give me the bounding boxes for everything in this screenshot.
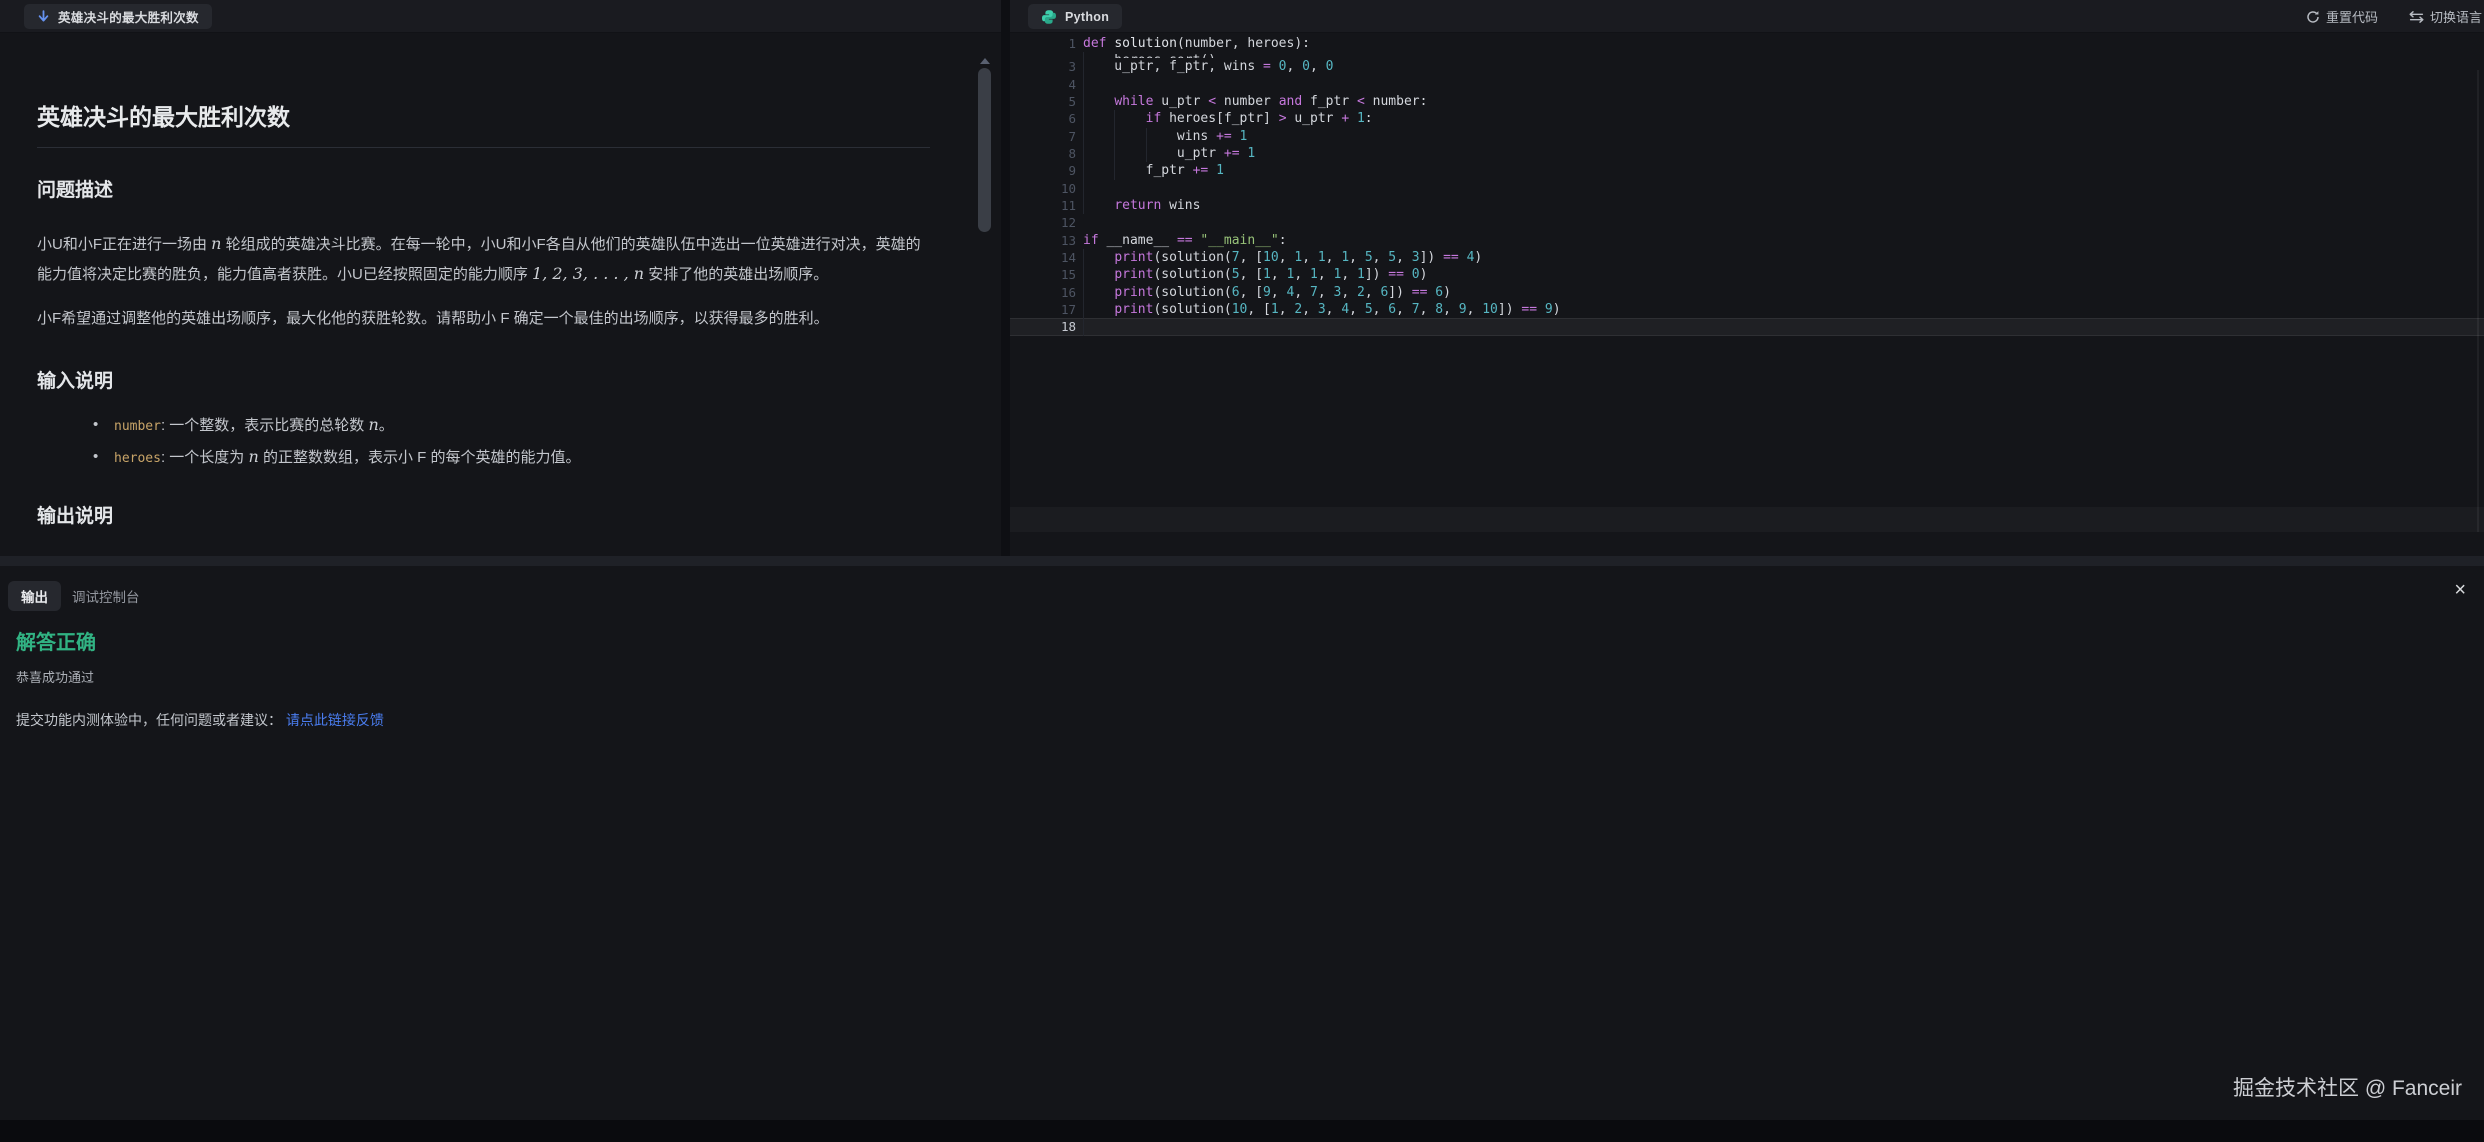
output-panel: 输出 调试控制台 × 解答正确 恭喜成功通过 提交功能内测体验中，任何问题或者建… [0,566,2484,1120]
tab-debug-console[interactable]: 调试控制台 [72,581,140,611]
refresh-icon [2306,10,2320,24]
language-tab[interactable]: Python [1028,4,1122,29]
input-list: number: 一个整数，表示比赛的总轮数 n。 heroes: 一个长度为 n… [92,410,930,473]
line-number: 13 [1010,232,1076,249]
switch-language-button[interactable]: 切换语言 [2409,0,2482,33]
code-editor[interactable]: 1def solution(number, heroes): heroes.so… [1010,35,2484,565]
math-n: n [248,447,258,466]
line-number: 17 [1010,301,1076,318]
problem-panel-header: 英雄决斗的最大胜利次数 [0,0,1001,33]
math-n: n [368,415,378,434]
editor-panel: Python 重置代码 切换语言 1def solution(number, h… [1010,0,2484,565]
line-number: 11 [1010,197,1076,214]
desc-heading: 问题描述 [37,178,930,204]
math-n: n [211,234,221,253]
editor-panel-header: Python 重置代码 切换语言 [1010,0,2484,33]
result-status: 解答正确 [16,626,96,655]
problem-title: 英雄决斗的最大胜利次数 [37,102,930,132]
code-lines: 1def solution(number, heroes): heroes.so… [1010,35,2484,336]
problem-description: 英雄决斗的最大胜利次数 问题描述 小U和小F正在进行一场由 n 轮组成的英雄决斗… [37,62,930,565]
code-line[interactable]: 13if __name__ == "__main__": [1010,232,2484,249]
line-number: 12 [1010,214,1076,231]
line-number: 15 [1010,266,1076,283]
scrollbar-up-arrow-icon[interactable] [980,58,990,64]
panel-splitter[interactable] [1001,0,1010,565]
code-line[interactable]: 9 f_ptr += 1 [1010,162,2484,179]
code-line[interactable]: 10 [1010,180,2484,197]
editor-vertical-scrollbar[interactable] [2477,70,2479,532]
swap-arrows-icon [2409,11,2424,23]
code-line[interactable]: 16 print(solution(6, [9, 4, 7, 3, 2, 6])… [1010,284,2484,301]
code-line[interactable]: 4 [1010,76,2484,93]
line-number: 4 [1010,76,1076,93]
code-line[interactable]: 3 u_ptr, f_ptr, wins = 0, 0, 0 [1010,58,2484,75]
line-number: 10 [1010,180,1076,197]
problem-tab[interactable]: 英雄决斗的最大胜利次数 [24,4,212,29]
reset-code-label: 重置代码 [2326,7,2378,26]
code-line[interactable]: 15 print(solution(5, [1, 1, 1, 1, 1]) ==… [1010,266,2484,283]
indent-guide [1083,180,1084,197]
list-item: number: 一个整数，表示比赛的总轮数 n。 [92,410,930,442]
list-item: heroes: 一个长度为 n 的正整数数组，表示小 F 的每个英雄的能力值。 [92,442,930,474]
code-line[interactable]: 8 u_ptr += 1 [1010,145,2484,162]
tab-output-label: 输出 [21,586,48,606]
code-line[interactable]: 12 [1010,214,2484,231]
math-sequence: 1, 2, 3, . . . , n [532,264,644,283]
problem-scrollbar-thumb[interactable] [978,68,991,232]
problem-paragraph-2: 小F希望通过调整他的英雄出场顺序，最大化他的获胜轮数。请帮助小 F 确定一个最佳… [37,304,930,333]
line-number: 3 [1010,58,1076,75]
tab-debug-label: 调试控制台 [72,586,140,606]
line-number: 5 [1010,93,1076,110]
line-number: 1 [1010,35,1076,52]
code-line[interactable]: 1def solution(number, heroes): [1010,35,2484,52]
line-number: 7 [1010,128,1076,145]
indent-guide [1083,318,1084,335]
close-icon[interactable]: × [2454,580,2466,600]
tab-output[interactable]: 输出 [8,581,61,611]
line-number: 16 [1010,284,1076,301]
horizontal-splitter[interactable] [0,556,2484,566]
line-number: 6 [1010,110,1076,127]
language-tab-label: Python [1065,10,1109,24]
code-line[interactable]: 7 wins += 1 [1010,128,2484,145]
code-challenge-window: 英雄决斗的最大胜利次数 英雄决斗的最大胜利次数 问题描述 小U和小F正在进行一场… [0,0,2484,1142]
input-heading: 输入说明 [37,369,930,395]
code-line[interactable]: 5 while u_ptr < number and f_ptr < numbe… [1010,93,2484,110]
code-line[interactable]: 14 print(solution(7, [10, 1, 1, 1, 5, 5,… [1010,249,2484,266]
title-divider [37,147,930,148]
problem-paragraph-1: 小U和小F正在进行一场由 n 轮组成的英雄决斗比赛。在每一轮中，小U和小F各自从… [37,229,930,289]
line-number: 18 [1010,318,1076,335]
code-line[interactable]: 11 return wins [1010,197,2484,214]
line-number: 14 [1010,249,1076,266]
code-line[interactable]: 17 print(solution(10, [1, 2, 3, 4, 5, 6,… [1010,301,2484,318]
watermark: 掘金技术社区 @ Fanceir [2233,1072,2462,1102]
download-arrow-icon [37,10,50,24]
feedback-link[interactable]: 请点此链接反馈 [286,712,384,728]
param-heroes-code: heroes [114,451,161,466]
bottom-bar [0,1120,2484,1142]
switch-language-label: 切换语言 [2430,7,2482,26]
param-number-code: number [114,419,161,434]
editor-horizontal-scrollbar[interactable] [1010,507,2484,532]
result-subtitle: 恭喜成功通过 [16,667,94,686]
line-number: 8 [1010,145,1076,162]
code-line[interactable]: 6 if heroes[f_ptr] > u_ptr + 1: [1010,110,2484,127]
python-logo-icon [1041,9,1057,25]
output-heading-clipped: 输出说明 [37,504,930,530]
problem-tab-label: 英雄决斗的最大胜利次数 [58,7,199,26]
code-line[interactable]: 18 [1010,318,2484,335]
feedback-line: 提交功能内测体验中，任何问题或者建议： 请点此链接反馈 [16,710,384,730]
reset-code-button[interactable]: 重置代码 [2306,0,2378,33]
indent-guide [1083,76,1084,93]
line-number: 9 [1010,162,1076,179]
